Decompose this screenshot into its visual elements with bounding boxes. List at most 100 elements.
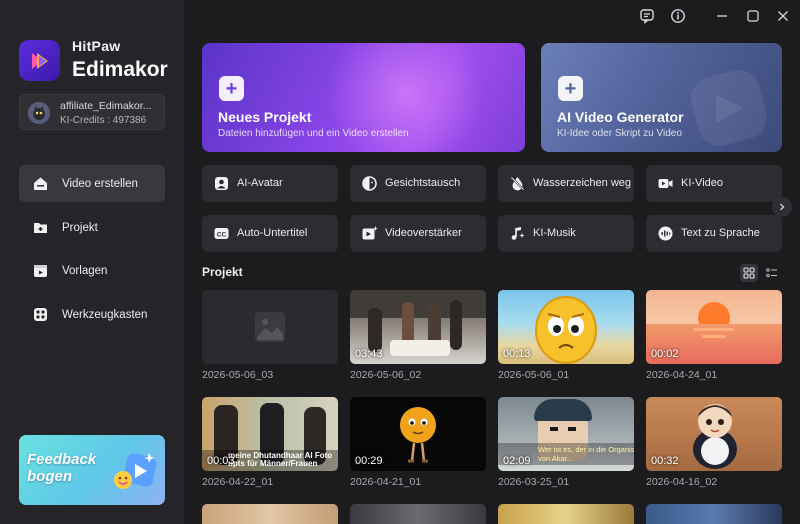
lemon-character-icon [535,296,597,364]
tool-text-zu-sprache[interactable]: Text zu Sprache [646,215,782,252]
chevron-right-icon [780,203,785,211]
templates-icon [34,265,47,277]
folder-icon [34,223,47,233]
project-thumbnail[interactable]: Wer ist es, der in die Organisation von … [498,397,634,471]
sidebar: HitPaw Edimakor affiliate_Edimakor... KI… [0,0,184,524]
brand-name-main: Edimakor [72,58,168,81]
tool-label: Auto-Untertitel [237,227,308,239]
ai-video-watermark-icon [691,70,767,146]
enhancer-icon [362,226,378,240]
tool-label: KI-Musik [533,227,576,239]
watermark-remove-icon [510,176,525,191]
tool-auto-untertitel[interactable]: CC Auto-Untertitel [202,215,338,252]
face-swap-icon [362,176,377,191]
feedback-banner[interactable]: Feedback bogen [19,435,165,505]
tool-ki-video[interactable]: KI-Video [646,165,782,202]
text-to-speech-icon [658,226,673,241]
account-card[interactable]: affiliate_Edimakor... KI-Credits : 49738… [19,94,165,130]
project-thumbnail[interactable] [498,504,634,524]
list-view-icon [766,268,777,278]
plus-icon: + [558,76,583,101]
tool-wasserzeichen-weg[interactable]: Wasserzeichen weg [498,165,634,202]
tool-gesichtstausch[interactable]: Gesichtstausch [350,165,486,202]
close-icon[interactable] [775,8,791,24]
image-placeholder-icon [255,312,285,342]
tool-label: Wasserzeichen weg [533,177,632,189]
grid-view-icon [743,267,755,279]
project-thumbnail[interactable] [350,504,486,524]
project-duration: 00:32 [651,455,679,467]
project-thumbnail[interactable] [202,504,338,524]
nav-item-vorlagen[interactable]: Vorlagen [19,252,165,289]
project-name: 2026-05-06_02 [350,369,422,381]
project-duration: 00:29 [355,455,383,467]
feedback-illustration-icon [114,453,157,489]
info-icon[interactable] [670,8,686,24]
project-thumbnail[interactable]: 00:02 [646,290,782,364]
app-logo [19,40,60,81]
grid-view-button[interactable] [740,264,758,282]
tool-videoverstaerker[interactable]: Videoverstärker [350,215,486,252]
thumbnail-caption: von Akar... [538,454,574,463]
ai-video-icon [658,179,673,188]
subtitle-icon: CC [214,228,229,239]
tool-label: Text zu Sprache [681,227,760,239]
project-thumbnail[interactable]: 00:32 [646,397,782,471]
feedback-text: Feedback bogen [27,451,96,485]
project-name: 2026-04-16_02 [646,476,718,488]
new-project-card[interactable]: + Neues Projekt Dateien hinzufügen und e… [202,43,525,152]
project-thumbnail[interactable]: 00:13 [498,290,634,364]
nav-item-video-erstellen[interactable]: Video erstellen [19,165,165,202]
list-view-button[interactable] [763,264,781,282]
nav-label: Vorlagen [62,264,108,277]
feedback-line-1: Feedback [27,451,97,468]
project-name: 2026-05-06_01 [498,369,570,381]
home-icon [34,177,47,190]
project-duration: 00:02 [651,348,679,360]
account-credits: KI-Credits : 497386 [60,115,147,126]
project-name: 2026-04-21_01 [350,476,422,488]
penguin-character-icon [693,404,737,469]
project-name: 2026-05-06_03 [202,369,274,381]
avatar [28,102,50,124]
thumbnail-caption: upts für Männer/Frauen [228,459,318,468]
new-project-subtitle: Dateien hinzufügen und ein Video erstell… [218,128,409,139]
thumbnail-caption: Wer ist es, der in die Organisation [538,445,634,454]
chat-feedback-icon[interactable] [639,8,655,24]
project-thumbnail[interactable]: meine Dhutandhaar AI Foto upts für Männe… [202,397,338,471]
feedback-line-2: bogen [27,468,72,485]
project-thumbnail[interactable]: 03:43 [350,290,486,364]
project-duration: 00:03 [207,455,235,467]
svg-text:CC: CC [217,231,227,238]
project-name: 2026-04-22_01 [202,476,274,488]
project-thumbnail[interactable]: 00:29 [350,397,486,471]
project-name: 2026-03-25_01 [498,476,570,488]
music-icon [511,227,525,240]
orange-character-icon [400,407,436,463]
tool-label: AI-Avatar [237,177,283,189]
toolbox-icon [34,308,47,321]
ai-video-subtitle: KI-Idee oder Skript zu Video [557,128,682,139]
minimize-icon[interactable] [714,8,730,24]
projects-section-title: Projekt [202,265,243,279]
tool-label: Videoverstärker [385,227,462,239]
nav-item-werkzeugkasten[interactable]: Werkzeugkasten [19,296,165,333]
nav-label: Werkzeugkasten [62,308,148,321]
project-duration: 02:09 [503,455,531,467]
tools-scroll-next-button[interactable] [772,197,792,217]
ai-video-generator-card[interactable]: + AI Video Generator KI-Idee oder Skript… [541,43,782,152]
tool-ki-musik[interactable]: KI-Musik [498,215,634,252]
nav-label: Projekt [62,221,98,234]
project-thumbnail[interactable] [202,290,338,364]
project-duration: 03:43 [355,348,383,360]
nav-item-projekt[interactable]: Projekt [19,209,165,246]
tool-label: Gesichtstausch [385,177,461,189]
project-duration: 00:13 [503,348,531,360]
tool-label: KI-Video [681,177,723,189]
project-thumbnail[interactable] [646,504,782,524]
project-name: 2026-04-24_01 [646,369,718,381]
account-name: affiliate_Edimakor... [60,100,152,112]
plus-icon: + [219,76,244,101]
tool-ai-avatar[interactable]: AI-Avatar [202,165,338,202]
maximize-icon[interactable] [745,8,761,24]
